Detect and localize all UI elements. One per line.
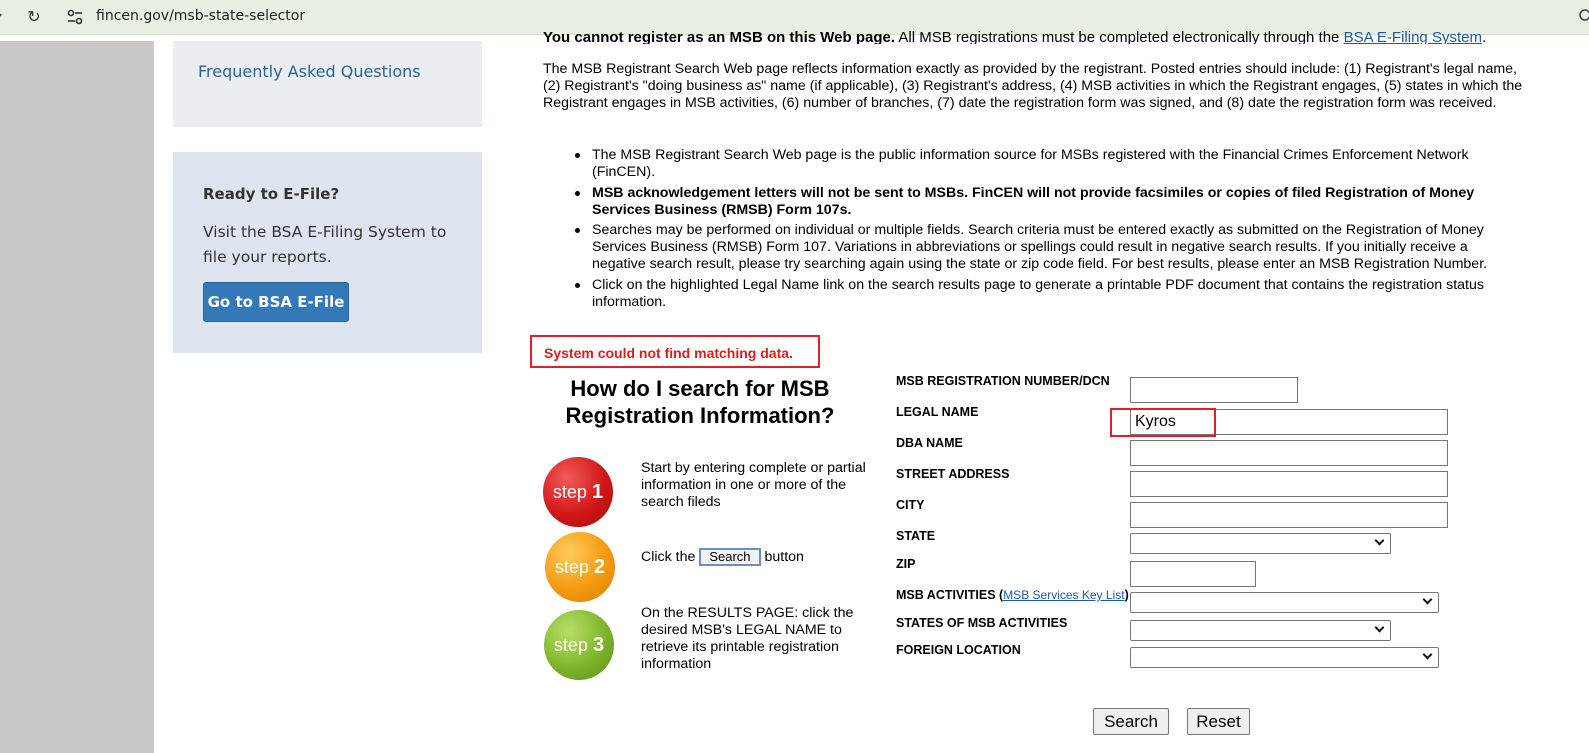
registration-warning: You cannot register as an MSB on this We… — [543, 29, 1487, 44]
step-2-text-after: button — [760, 548, 804, 565]
list-item: Searches may be performed on individual … — [575, 222, 1522, 273]
efile-description: Visit the BSA E-Filing System to file yo… — [203, 223, 447, 266]
states-of-activities-label: STATES OF MSB ACTIVITIES — [896, 616, 1068, 630]
zip-label: ZIP — [896, 557, 916, 571]
zip-input[interactable] — [1130, 561, 1256, 587]
step-1-badge-icon: step 1 — [543, 457, 613, 527]
step-3-badge-icon: step 3 — [544, 610, 614, 680]
intro-paragraph: The MSB Registrant Search Web page refle… — [543, 61, 1523, 111]
street-address-label: STREET ADDRESS — [896, 467, 1010, 481]
step-number: 2 — [593, 556, 606, 578]
zoom-icon[interactable] — [1577, 7, 1589, 25]
efile-panel: Ready to E-File? Visit the BSA E-Filing … — [173, 152, 482, 353]
example-search-button: Search — [699, 548, 761, 566]
state-select[interactable] — [1130, 533, 1391, 554]
step-word: step — [554, 557, 589, 577]
bsa-efiling-link[interactable]: BSA E-Filing System — [1344, 29, 1482, 44]
step-1-text: Start by entering complete or partial in… — [641, 460, 866, 510]
street-address-input[interactable] — [1130, 471, 1448, 497]
howto-title: How do I search for MSB Registration Inf… — [565, 376, 835, 428]
step-2-badge-icon: step 2 — [545, 532, 615, 602]
error-message: System could not find matching data. — [544, 345, 793, 361]
step-2-text: Click the Search button — [641, 548, 866, 566]
msb-activities-paren-close: ) — [1124, 588, 1129, 602]
search-button[interactable]: Search — [1093, 708, 1169, 735]
foreign-location-select[interactable] — [1130, 647, 1439, 668]
foreign-location-label: FOREIGN LOCATION — [896, 643, 1021, 657]
sidebar-links-panel: Frequently Asked Questions — [173, 41, 482, 127]
legal-name-label: LEGAL NAME — [896, 405, 979, 419]
state-label: STATE — [896, 529, 936, 543]
registration-warning-bold: You cannot register as an MSB on this We… — [543, 29, 896, 44]
chevron-down-icon — [1374, 622, 1385, 633]
chevron-down-icon — [1422, 649, 1433, 660]
city-input[interactable] — [1130, 502, 1448, 528]
step-number: 1 — [591, 481, 604, 503]
forward-arrow-icon[interactable] — [0, 10, 2, 20]
step-number: 3 — [592, 634, 605, 656]
error-message-box: System could not find matching data. — [530, 335, 820, 368]
step-3-text: On the RESULTS PAGE: click the desired M… — [641, 605, 854, 672]
reload-icon[interactable]: ↻ — [24, 7, 44, 27]
step-word: step — [552, 482, 587, 502]
msb-activities-select[interactable] — [1130, 592, 1439, 613]
msb-activities-label-text: MSB ACTIVITIES — [896, 588, 996, 602]
step-word: step — [553, 635, 588, 655]
efile-heading: Ready to E-File? — [203, 185, 340, 203]
registration-number-input[interactable] — [1130, 377, 1298, 403]
faq-link[interactable]: Frequently Asked Questions — [198, 62, 421, 81]
reset-button[interactable]: Reset — [1187, 708, 1250, 735]
address-bar[interactable]: fincen.gov/msb-state-selector — [96, 8, 305, 24]
site-settings-icon[interactable] — [64, 7, 86, 27]
registration-warning-text: All MSB registrations must be completed … — [895, 29, 1344, 44]
list-item: The MSB Registrant Search Web page is th… — [575, 147, 1522, 181]
city-label: CITY — [896, 498, 925, 512]
registration-number-label: MSB REGISTRATION NUMBER/DCN — [896, 374, 1110, 388]
msb-activities-label: MSB ACTIVITIES (MSB Services Key List) — [896, 588, 1129, 602]
list-item: Click on the highlighted Legal Name link… — [575, 277, 1522, 311]
go-to-bsa-efile-button[interactable]: Go to BSA E-File — [203, 282, 349, 322]
list-item: MSB acknowledgement letters will not be … — [575, 185, 1522, 219]
legal-name-input[interactable] — [1130, 409, 1448, 435]
dba-name-input[interactable] — [1130, 440, 1448, 466]
dba-name-label: DBA NAME — [896, 436, 963, 450]
info-bullet-list: The MSB Registrant Search Web page is th… — [575, 147, 1522, 314]
states-of-activities-select[interactable] — [1130, 620, 1391, 641]
page-gutter — [0, 41, 154, 753]
chevron-down-icon — [1422, 594, 1433, 605]
msb-services-key-link[interactable]: MSB Services Key List — [1003, 588, 1124, 602]
chevron-down-icon — [1374, 535, 1385, 546]
step-2-text-before: Click the — [641, 548, 700, 565]
